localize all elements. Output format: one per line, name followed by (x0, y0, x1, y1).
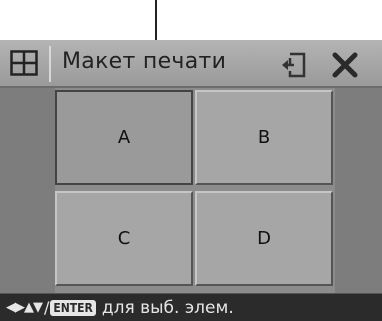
return-icon[interactable] (280, 51, 308, 79)
enter-key-badge: ENTER (50, 299, 96, 316)
title-separator (49, 46, 51, 82)
status-slash: / (44, 298, 50, 317)
page-title: Макет печати (62, 49, 227, 74)
layout-cell-b[interactable]: B (195, 90, 333, 185)
cell-label: D (257, 228, 271, 249)
cell-label: C (117, 228, 131, 249)
cell-label: A (117, 127, 131, 148)
title-bar: Макет печати (0, 40, 382, 88)
layout-cell-d[interactable]: D (195, 191, 333, 286)
arrow-keys-icon: ◀▶▲▼ (6, 300, 43, 315)
layout-cell-a[interactable]: A (55, 90, 193, 185)
layout-area: A B C D (0, 88, 382, 293)
layout-cell-c[interactable]: C (55, 191, 193, 286)
status-hint: для выб. элем. (101, 297, 234, 318)
layout-grid-icon (10, 50, 38, 76)
printer-screen: Макет печати A B C D ◀▶▲▼ / ENTER для вы… (0, 40, 382, 321)
cell-label: B (257, 127, 271, 148)
status-bar: ◀▶▲▼ / ENTER для выб. элем. (0, 293, 382, 321)
close-icon[interactable] (331, 51, 359, 79)
